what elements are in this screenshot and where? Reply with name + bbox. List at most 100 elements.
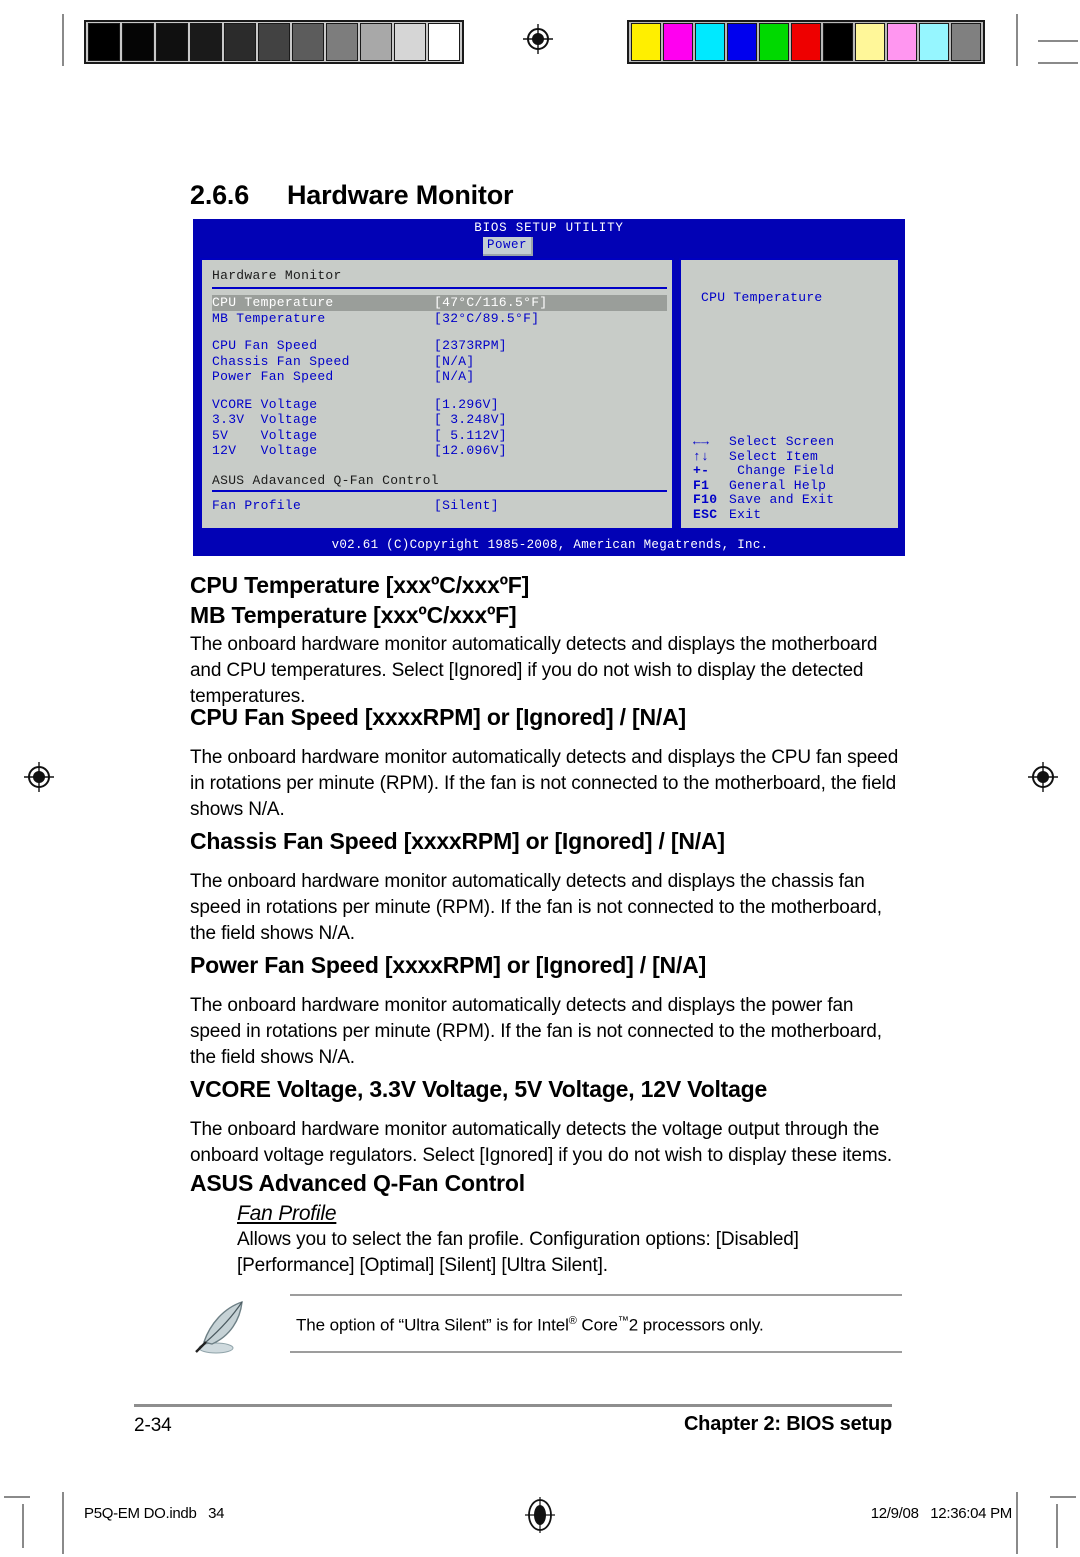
crop-tick-br <box>1050 1496 1076 1498</box>
legend-desc: Save and Exit <box>729 492 835 507</box>
row-label: 12V Voltage <box>212 443 318 458</box>
bios-row-cpu-temperature[interactable]: CPU Temperature [47°C/116.5°F] <box>212 295 667 311</box>
row-spacer <box>212 326 672 338</box>
document-page: 2.6.6 Hardware Monitor BIOS SETUP UTILITY… <box>0 0 1080 1557</box>
panel-divider <box>212 489 667 492</box>
crop-rule-bottom-left <box>62 1492 64 1554</box>
row-value: [Silent] <box>434 497 499 513</box>
quill-pen-icon <box>190 1296 252 1356</box>
row-label: Fan Profile <box>212 497 302 513</box>
note-text-mid: Core <box>576 1315 618 1335</box>
legend-key: +- <box>693 463 710 478</box>
legend-item-select-item: ↑↓ Select Item <box>693 448 834 465</box>
qfan-group-title: ASUS Adavanced Q-Fan Control <box>212 472 439 488</box>
page-number: 2-34 <box>134 1415 172 1436</box>
row-spacer <box>212 459 672 471</box>
legend-item-general-help: F1 General Help <box>693 477 834 494</box>
legend-key: F1 <box>693 477 710 493</box>
panel-divider <box>212 287 667 289</box>
section-heading: 2.6.6 Hardware Monitor <box>190 180 514 211</box>
trademark-mark: ™ <box>617 1315 629 1327</box>
registration-mark-left-icon <box>22 760 56 794</box>
row-label: 3.3V Voltage <box>212 412 318 427</box>
row-label: VCORE Voltage <box>212 396 318 412</box>
subheading-fan-profile: Fan Profile <box>237 1202 337 1225</box>
legend-desc: General Help <box>729 477 827 493</box>
hardware-monitor-title: Hardware Monitor <box>212 268 342 283</box>
bios-row-vcore-voltage[interactable]: VCORE Voltage [1.296V] <box>212 397 667 413</box>
bios-title: BIOS SETUP UTILITY <box>474 221 624 235</box>
legend-item-select-screen: ←→ Select Screen <box>693 434 835 450</box>
row-value: [1.296V] <box>434 396 499 412</box>
bios-row-12v-voltage[interactable]: 12V Voltage [12.096V] <box>212 443 667 459</box>
registered-mark: ® <box>568 1315 577 1327</box>
bios-row-chassis-fan-speed[interactable]: Chassis Fan Speed [N/A] <box>212 354 667 370</box>
row-value: [N/A] <box>434 369 475 384</box>
topic-heading-qfan-control: ASUS Advanced Q-Fan Control <box>190 1170 525 1196</box>
bios-key-legend: ←→ Select Screen ↑↓ Select Item +- Chang… <box>693 434 835 522</box>
production-file-label: P5Q-EM DO.indb 34 <box>84 1505 225 1522</box>
row-label: CPU Temperature <box>212 295 334 310</box>
topic-body-temperature: The onboard hardware monitor automatical… <box>190 634 878 707</box>
row-spacer <box>212 385 672 397</box>
legend-key: ←→ <box>693 434 710 449</box>
topic-heading-chassis-fan-speed: Chassis Fan Speed [xxxxRPM] or [Ignored]… <box>190 828 725 854</box>
legend-desc: Change Field <box>729 463 835 478</box>
help-text: CPU Temperature <box>701 290 823 305</box>
bios-help-panel: CPU Temperature ←→ Select Screen ↑↓ Sele… <box>679 258 900 530</box>
registration-mark-right-icon <box>1026 760 1060 794</box>
row-value: [N/A] <box>434 353 475 369</box>
section-number: 2.6.6 <box>190 180 250 210</box>
legend-item-change-field: +- Change Field <box>693 463 835 479</box>
crop-tick-bl <box>4 1496 30 1498</box>
legend-item-save-and-exit: F10 Save and Exit <box>693 492 835 508</box>
bios-row-3v3-voltage[interactable]: 3.3V Voltage [ 3.248V] <box>212 412 667 428</box>
bios-row-power-fan-speed[interactable]: Power Fan Speed [N/A] <box>212 369 667 385</box>
bios-copyright-footer: v02.61 (C)Copyright 1985-2008, American … <box>331 538 769 552</box>
note-text: The option of “Ultra Silent” is for Inte… <box>290 1296 902 1351</box>
bios-tab-row: Power <box>194 237 904 256</box>
footer-divider <box>134 1404 892 1407</box>
note-text-after: 2 processors only. <box>628 1315 764 1335</box>
legend-desc: Select Item <box>729 448 819 464</box>
row-value: [47°C/116.5°F] <box>434 295 548 310</box>
legend-key: F10 <box>693 492 718 507</box>
topic-body-chassis-fan-speed: The onboard hardware monitor automatical… <box>190 871 882 944</box>
crop-rule-bottom-right <box>1016 1492 1018 1554</box>
legend-key: ↑↓ <box>693 448 710 464</box>
row-value: [12.096V] <box>434 443 507 458</box>
legend-desc: Select Screen <box>729 434 835 449</box>
row-label: 5V Voltage <box>212 427 318 443</box>
row-value: [2373RPM] <box>434 338 507 353</box>
chapter-label: Chapter 2: BIOS setup <box>683 1413 892 1435</box>
row-label: Chassis Fan Speed <box>212 353 350 369</box>
note-text-before: The option of “Ultra Silent” is for Inte… <box>296 1315 569 1335</box>
topic-body-voltages: The onboard hardware monitor automatical… <box>190 1119 892 1166</box>
row-label: CPU Fan Speed <box>212 338 318 353</box>
row-label: MB Temperature <box>212 310 326 326</box>
row-value: [ 3.248V] <box>434 412 507 427</box>
topic-heading-mb-temperature: MB Temperature [xxxºC/xxxºF] <box>190 602 517 628</box>
crop-tick-bl2 <box>22 1504 24 1548</box>
topic-heading-cpu-temperature: CPU Temperature [xxxºC/xxxºF] <box>190 572 530 598</box>
bios-row-fan-profile[interactable]: Fan Profile [Silent] <box>212 498 667 514</box>
crop-tick-br2 <box>1056 1504 1058 1548</box>
tab-power[interactable]: Power <box>483 237 534 256</box>
bios-row-cpu-fan-speed[interactable]: CPU Fan Speed [2373RPM] <box>212 338 667 354</box>
row-value: [ 5.112V] <box>434 427 507 443</box>
note-callout: The option of “Ultra Silent” is for Inte… <box>190 1294 902 1360</box>
topic-body-power-fan-speed: The onboard hardware monitor automatical… <box>190 995 882 1068</box>
topic-body-fan-profile: Allows you to select the fan profile. Co… <box>237 1229 799 1276</box>
bios-row-5v-voltage[interactable]: 5V Voltage [ 5.112V] <box>212 428 667 444</box>
bios-setup-screenshot: BIOS SETUP UTILITY Power Hardware Monito… <box>193 219 905 556</box>
topic-heading-cpu-fan-speed: CPU Fan Speed [xxxxRPM] or [Ignored] / [… <box>190 704 686 730</box>
production-timestamp: 12/9/08 12:36:04 PM <box>870 1505 1013 1522</box>
bios-row-mb-temperature[interactable]: MB Temperature [32°C/89.5°F] <box>212 311 667 327</box>
note-bottom-rule <box>290 1350 902 1353</box>
legend-key: ESC <box>693 506 718 522</box>
topic-heading-voltages: VCORE Voltage, 3.3V Voltage, 5V Voltage,… <box>190 1076 768 1102</box>
registration-mark-bottom-icon <box>523 1495 557 1533</box>
row-label: Power Fan Speed <box>212 369 334 384</box>
bios-settings-panel: Hardware Monitor CPU Temperature [47°C/1… <box>200 258 674 530</box>
bios-body: Hardware Monitor CPU Temperature [47°C/1… <box>200 258 900 530</box>
